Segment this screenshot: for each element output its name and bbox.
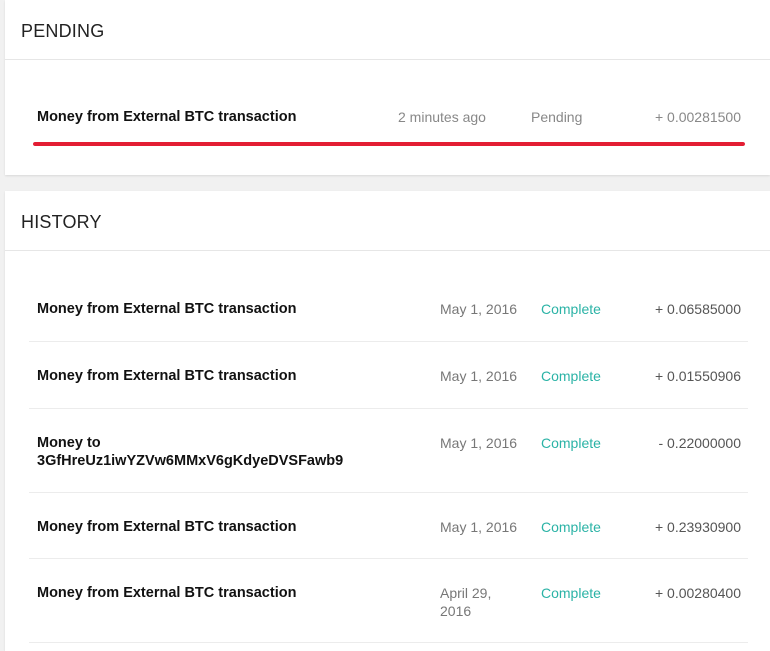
transaction-date: April 29, 2016 xyxy=(440,585,492,619)
row-divider xyxy=(29,642,748,643)
history-list: Money from External BTC transaction May … xyxy=(5,251,770,643)
transaction-amount: - 0.22000000 xyxy=(658,435,741,451)
pending-title: PENDING xyxy=(21,21,105,41)
transaction-description: Money from External BTC transaction xyxy=(37,585,297,601)
transaction-status: Complete xyxy=(541,301,601,317)
transaction-status: Pending xyxy=(531,109,583,125)
history-title: HISTORY xyxy=(21,212,102,232)
pending-progress-fill xyxy=(33,142,745,146)
transaction-amount: + 0.00281500 xyxy=(654,109,741,125)
history-row[interactable]: Money from External BTC transaction May … xyxy=(5,342,770,409)
transaction-status: Complete xyxy=(541,585,601,601)
pending-transaction-row[interactable]: Money from External BTC transaction 2 mi… xyxy=(5,60,770,175)
transaction-amount: + 0.00280400 xyxy=(654,585,741,601)
transaction-description: Money from External BTC transaction xyxy=(37,301,297,317)
pending-progress-bar xyxy=(33,142,745,146)
history-row[interactable]: Money from External BTC transaction May … xyxy=(5,493,770,559)
history-card: HISTORY Money from External BTC transact… xyxy=(5,191,770,651)
transaction-date: May 1, 2016 xyxy=(440,368,518,384)
transaction-status: Complete xyxy=(541,435,601,451)
history-row[interactable]: Money to 3GfHreUz1iwYZVw6MMxV6gKdyeDVSFa… xyxy=(5,409,770,493)
transaction-description: Money from External BTC transaction xyxy=(37,109,297,125)
pending-header: PENDING xyxy=(5,0,770,60)
transaction-amount: + 0.01550906 xyxy=(654,368,741,384)
history-row[interactable]: Money from External BTC transaction Apri… xyxy=(5,559,770,643)
transaction-amount: + 0.23930900 xyxy=(654,519,741,535)
transaction-date: May 1, 2016 xyxy=(440,435,518,451)
transaction-amount: + 0.06585000 xyxy=(654,301,741,317)
transaction-status: Complete xyxy=(541,368,601,384)
history-header: HISTORY xyxy=(5,191,770,251)
transaction-description: Money from External BTC transaction xyxy=(37,519,297,535)
transaction-description: Money from External BTC transaction xyxy=(37,368,297,384)
transaction-date: May 1, 2016 xyxy=(440,301,518,317)
transaction-status: Complete xyxy=(541,519,601,535)
history-row[interactable]: Money from External BTC transaction May … xyxy=(5,275,770,342)
pending-card: PENDING Money from External BTC transact… xyxy=(5,0,770,175)
transaction-time: 2 minutes ago xyxy=(398,109,486,125)
transaction-date: May 1, 2016 xyxy=(440,519,518,535)
transaction-description: Money to 3GfHreUz1iwYZVw6MMxV6gKdyeDVSFa… xyxy=(37,435,344,469)
